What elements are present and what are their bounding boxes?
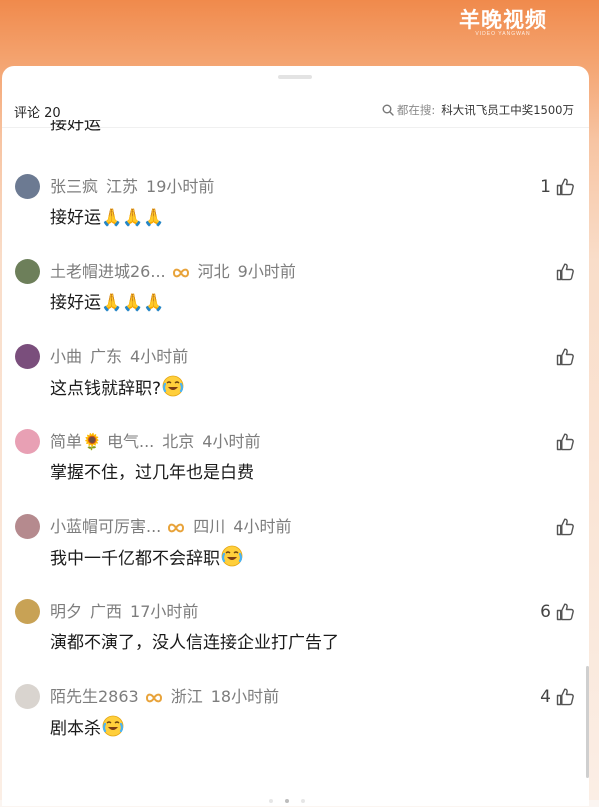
thumbs-up-icon bbox=[555, 347, 575, 367]
like-count: 1 bbox=[540, 176, 551, 197]
like-button[interactable]: 6 bbox=[540, 599, 575, 624]
comment-meta: 陌先生2863 浙江 18小时前 bbox=[50, 684, 279, 711]
like-count: 6 bbox=[540, 601, 551, 622]
user-location: 广东 bbox=[90, 347, 123, 366]
comment-meta: 简单🌻 电气... 北京 4小时前 bbox=[50, 429, 260, 454]
username[interactable]: 小曲 bbox=[50, 347, 82, 366]
comment-item: 小曲 广东 4小时前这点钱就辞职? bbox=[2, 344, 589, 429]
infinity-badge-icon bbox=[145, 686, 163, 711]
username[interactable]: 小蓝帽可厉害... bbox=[50, 517, 161, 536]
thumbs-up-icon bbox=[555, 262, 575, 282]
thumbs-up-icon bbox=[555, 517, 575, 537]
username[interactable]: 明夕 bbox=[50, 602, 82, 621]
laughing-crying-emoji-icon bbox=[102, 715, 124, 742]
comment-item: 土老帽进城26... 河北 9小时前接好运🙏🙏🙏 bbox=[2, 259, 589, 344]
comment-text-content: 演都不演了，没人信连接企业打广告了 bbox=[50, 633, 339, 653]
user-location: 河北 bbox=[197, 262, 230, 281]
comment-text-content: 剧本杀 bbox=[50, 719, 101, 739]
laughing-crying-emoji-icon bbox=[221, 545, 243, 572]
comment-time: 4小时前 bbox=[130, 347, 189, 366]
search-term[interactable]: 科大讯飞员工中奖1500万 bbox=[441, 103, 574, 117]
comment-text[interactable]: 剧本杀 bbox=[50, 715, 124, 745]
thumbs-up-icon bbox=[555, 432, 575, 452]
comment-text[interactable]: 这点钱就辞职? bbox=[50, 375, 184, 405]
comment-count: 评论 20 bbox=[14, 106, 61, 121]
comment-text[interactable]: 掌握不住，过几年也是白费 bbox=[50, 460, 254, 486]
infinity-badge-icon bbox=[172, 261, 190, 286]
watermark-logo: 羊晚视频 VIDEO YANGWAN bbox=[459, 7, 547, 38]
avatar[interactable] bbox=[15, 599, 40, 624]
comment-meta: 张三疯 江苏 19小时前 bbox=[50, 174, 214, 199]
comment-time: 4小时前 bbox=[202, 432, 261, 451]
avatar[interactable] bbox=[15, 514, 40, 539]
avatar[interactable] bbox=[15, 684, 40, 709]
user-location: 广西 bbox=[90, 602, 123, 621]
comment-time: 19小时前 bbox=[146, 177, 215, 196]
comment-item: 小蓝帽可厉害... 四川 4小时前 我中一千亿都不会辞职 bbox=[2, 514, 589, 599]
thumbs-up-icon bbox=[555, 177, 575, 197]
avatar[interactable] bbox=[15, 344, 40, 369]
like-count: 4 bbox=[540, 686, 551, 707]
search-prefix: 都在搜: bbox=[396, 103, 436, 117]
user-location: 浙江 bbox=[170, 687, 203, 706]
user-location: 四川 bbox=[193, 517, 226, 536]
like-button[interactable] bbox=[551, 259, 575, 284]
user-location: 江苏 bbox=[106, 177, 139, 196]
comment-text-content: 接好运🙏🙏🙏 bbox=[50, 293, 165, 313]
comment-meta: 小蓝帽可厉害... 四川 4小时前 bbox=[50, 514, 291, 541]
comment-time: 17小时前 bbox=[130, 602, 199, 621]
avatar[interactable] bbox=[15, 429, 40, 454]
like-button[interactable] bbox=[551, 514, 575, 539]
like-button[interactable] bbox=[551, 344, 575, 369]
avatar[interactable] bbox=[15, 174, 40, 199]
laughing-crying-emoji-icon bbox=[162, 375, 184, 402]
drag-handle[interactable] bbox=[278, 75, 312, 79]
user-location: 北京 bbox=[162, 432, 195, 451]
comment-time: 9小时前 bbox=[237, 262, 296, 281]
partial-comment: 接好运 bbox=[50, 120, 101, 134]
comment-text-content: 掌握不住，过几年也是白费 bbox=[50, 463, 254, 483]
comment-text[interactable]: 演都不演了，没人信连接企业打广告了 bbox=[50, 630, 339, 656]
username[interactable]: 简单🌻 电气... bbox=[50, 432, 154, 451]
infinity-badge-icon bbox=[167, 516, 185, 541]
comment-text[interactable]: 我中一千亿都不会辞职 bbox=[50, 545, 243, 575]
comment-text[interactable]: 接好运🙏🙏🙏 bbox=[50, 290, 165, 316]
comment-item: 陌先生2863 浙江 18小时前剧本杀 4 bbox=[2, 684, 589, 769]
comment-meta: 土老帽进城26... 河北 9小时前 bbox=[50, 259, 296, 286]
username[interactable]: 土老帽进城26... bbox=[50, 262, 166, 281]
avatar[interactable] bbox=[15, 259, 40, 284]
partial-comment-text: 接好运 bbox=[50, 120, 101, 134]
watermark-title: 羊晚视频 bbox=[459, 7, 547, 32]
comment-meta: 明夕 广西 17小时前 bbox=[50, 599, 198, 624]
comment-text-content: 我中一千亿都不会辞职 bbox=[50, 549, 220, 569]
like-button[interactable]: 1 bbox=[540, 174, 575, 199]
thumbs-up-icon bbox=[555, 687, 575, 707]
comment-text-content: 这点钱就辞职? bbox=[50, 379, 162, 399]
search-icon bbox=[382, 104, 394, 116]
thumbs-up-icon bbox=[555, 602, 575, 622]
comment-meta: 小曲 广东 4小时前 bbox=[50, 344, 188, 369]
username[interactable]: 陌先生2863 bbox=[50, 687, 139, 706]
comment-text-content: 接好运🙏🙏🙏 bbox=[50, 208, 165, 228]
trending-search[interactable]: 都在搜: 科大讯飞员工中奖1500万 bbox=[382, 102, 574, 118]
comment-item: 简单🌻 电气... 北京 4小时前掌握不住，过几年也是白费 bbox=[2, 429, 589, 514]
watermark-subtitle: VIDEO YANGWAN bbox=[475, 31, 531, 37]
page-dots bbox=[263, 788, 311, 807]
scrollbar[interactable] bbox=[586, 666, 589, 778]
comment-time: 4小时前 bbox=[233, 517, 292, 536]
like-button[interactable]: 4 bbox=[540, 684, 575, 709]
username[interactable]: 张三疯 bbox=[50, 177, 98, 196]
comment-time: 18小时前 bbox=[210, 687, 280, 706]
like-button[interactable] bbox=[551, 429, 575, 454]
comment-sheet: 评论 20 都在搜: 科大讯飞员工中奖1500万 接好运 张三疯 江苏 19小时前 接好… bbox=[2, 66, 589, 806]
comment-item: 明夕 广西 17小时前演都不演了，没人信连接企业打广告了 6 bbox=[2, 599, 589, 684]
comment-item: 张三疯 江苏 19小时前接好运🙏🙏🙏 1 bbox=[2, 174, 589, 259]
comment-text[interactable]: 接好运🙏🙏🙏 bbox=[50, 205, 165, 231]
